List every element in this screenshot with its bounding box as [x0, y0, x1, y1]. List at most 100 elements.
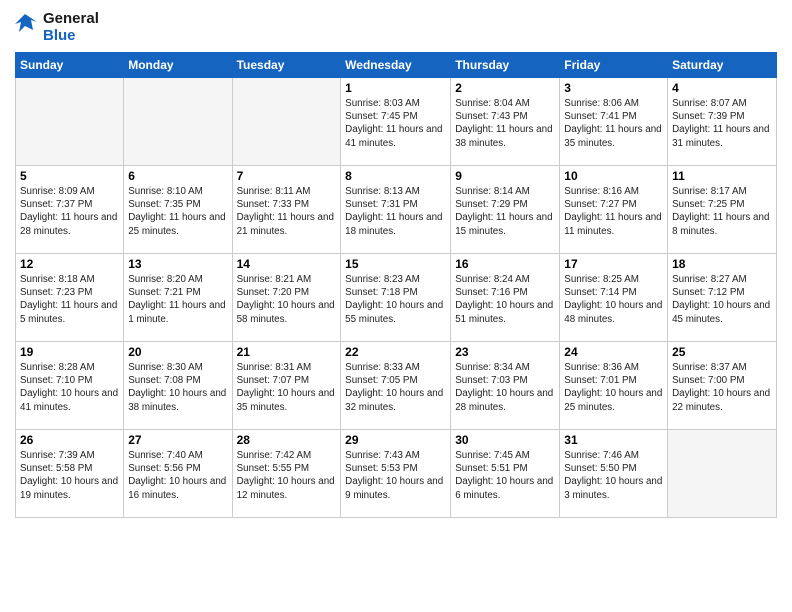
col-header-thursday: Thursday	[451, 53, 560, 78]
day-info: Sunrise: 8:07 AM Sunset: 7:39 PM Dayligh…	[672, 97, 772, 150]
day-number: 15	[345, 257, 446, 271]
calendar-cell: 10 Sunrise: 8:16 AM Sunset: 7:27 PM Dayli…	[560, 166, 668, 254]
day-info: Sunrise: 8:06 AM Sunset: 7:41 PM Dayligh…	[564, 97, 663, 150]
day-info: Sunrise: 8:30 AM Sunset: 7:08 PM Dayligh…	[128, 361, 227, 414]
col-header-friday: Friday	[560, 53, 668, 78]
calendar-cell: 13Sunrise: 8:20 AM Sunset: 7:21 PM Dayli…	[124, 254, 232, 342]
day-number: 7	[237, 169, 337, 183]
day-number: 21	[237, 345, 337, 359]
logo-general: General	[43, 10, 99, 27]
day-number: 9	[455, 169, 555, 183]
week-row-5: 26 Sunrise: 7:39 AM Sunset: 5:58 PM Dayli…	[16, 430, 777, 518]
day-info: Sunrise: 8:36 AM Sunset: 7:01 PM Dayligh…	[564, 361, 663, 414]
calendar-cell: 19 Sunrise: 8:28 AM Sunset: 7:10 PM Dayli…	[16, 342, 124, 430]
day-info: Sunrise: 8:16 AM Sunset: 7:27 PM Dayligh…	[564, 185, 663, 238]
day-info: Sunrise: 8:27 AM Sunset: 7:12 PM Dayligh…	[672, 273, 772, 326]
day-number: 4	[672, 81, 772, 95]
calendar-cell: 30 Sunrise: 7:45 AM Sunset: 5:51 PM Dayli…	[451, 430, 560, 518]
calendar-cell: 7 Sunrise: 8:11 AM Sunset: 7:33 PM Daylig…	[232, 166, 341, 254]
day-info: Sunrise: 8:18 AM Sunset: 7:23 PM Dayligh…	[20, 273, 119, 326]
calendar-cell: 12Sunrise: 8:18 AM Sunset: 7:23 PM Dayli…	[16, 254, 124, 342]
day-number: 11	[672, 169, 772, 183]
day-number: 10	[564, 169, 663, 183]
week-row-2: 5 Sunrise: 8:09 AM Sunset: 7:37 PM Daylig…	[16, 166, 777, 254]
day-number: 31	[564, 433, 663, 447]
day-info: Sunrise: 8:20 AM Sunset: 7:21 PM Dayligh…	[128, 273, 227, 326]
day-number: 30	[455, 433, 555, 447]
day-info: Sunrise: 8:34 AM Sunset: 7:03 PM Dayligh…	[455, 361, 555, 414]
day-number: 5	[20, 169, 119, 183]
day-info: Sunrise: 7:46 AM Sunset: 5:50 PM Dayligh…	[564, 449, 663, 502]
day-info: Sunrise: 8:04 AM Sunset: 7:43 PM Dayligh…	[455, 97, 555, 150]
calendar-cell: 20 Sunrise: 8:30 AM Sunset: 7:08 PM Dayli…	[124, 342, 232, 430]
day-info: Sunrise: 8:21 AM Sunset: 7:20 PM Dayligh…	[237, 273, 337, 326]
day-info: Sunrise: 8:31 AM Sunset: 7:07 PM Dayligh…	[237, 361, 337, 414]
day-info: Sunrise: 8:09 AM Sunset: 7:37 PM Dayligh…	[20, 185, 119, 238]
calendar-cell: 11 Sunrise: 8:17 AM Sunset: 7:25 PM Dayli…	[668, 166, 777, 254]
calendar-header-row: SundayMondayTuesdayWednesdayThursdayFrid…	[16, 53, 777, 78]
day-info: Sunrise: 7:45 AM Sunset: 5:51 PM Dayligh…	[455, 449, 555, 502]
week-row-1: 1Sunrise: 8:03 AM Sunset: 7:45 PM Daylig…	[16, 78, 777, 166]
calendar-cell: 27 Sunrise: 7:40 AM Sunset: 5:56 PM Dayli…	[124, 430, 232, 518]
day-number: 22	[345, 345, 446, 359]
day-number: 19	[20, 345, 119, 359]
calendar-cell: 1Sunrise: 8:03 AM Sunset: 7:45 PM Daylig…	[341, 78, 451, 166]
day-number: 23	[455, 345, 555, 359]
calendar-cell: 9 Sunrise: 8:14 AM Sunset: 7:29 PM Daylig…	[451, 166, 560, 254]
calendar-cell: 15Sunrise: 8:23 AM Sunset: 7:18 PM Dayli…	[341, 254, 451, 342]
day-info: Sunrise: 7:39 AM Sunset: 5:58 PM Dayligh…	[20, 449, 119, 502]
calendar-cell: 5 Sunrise: 8:09 AM Sunset: 7:37 PM Daylig…	[16, 166, 124, 254]
day-number: 25	[672, 345, 772, 359]
calendar-cell: 26 Sunrise: 7:39 AM Sunset: 5:58 PM Dayli…	[16, 430, 124, 518]
day-info: Sunrise: 8:25 AM Sunset: 7:14 PM Dayligh…	[564, 273, 663, 326]
day-number: 29	[345, 433, 446, 447]
day-number: 17	[564, 257, 663, 271]
calendar-cell: 14Sunrise: 8:21 AM Sunset: 7:20 PM Dayli…	[232, 254, 341, 342]
calendar-cell	[668, 430, 777, 518]
day-number: 26	[20, 433, 119, 447]
day-info: Sunrise: 8:10 AM Sunset: 7:35 PM Dayligh…	[128, 185, 227, 238]
col-header-sunday: Sunday	[16, 53, 124, 78]
calendar-cell: 3 Sunrise: 8:06 AM Sunset: 7:41 PM Daylig…	[560, 78, 668, 166]
day-number: 6	[128, 169, 227, 183]
calendar-cell	[232, 78, 341, 166]
calendar-cell: 22 Sunrise: 8:33 AM Sunset: 7:05 PM Dayli…	[341, 342, 451, 430]
day-number: 27	[128, 433, 227, 447]
day-info: Sunrise: 8:28 AM Sunset: 7:10 PM Dayligh…	[20, 361, 119, 414]
calendar-cell: 23 Sunrise: 8:34 AM Sunset: 7:03 PM Dayli…	[451, 342, 560, 430]
calendar-cell: 4 Sunrise: 8:07 AM Sunset: 7:39 PM Daylig…	[668, 78, 777, 166]
day-info: Sunrise: 8:24 AM Sunset: 7:16 PM Dayligh…	[455, 273, 555, 326]
calendar-cell: 25 Sunrise: 8:37 AM Sunset: 7:00 PM Dayli…	[668, 342, 777, 430]
day-info: Sunrise: 8:11 AM Sunset: 7:33 PM Dayligh…	[237, 185, 337, 238]
day-info: Sunrise: 8:33 AM Sunset: 7:05 PM Dayligh…	[345, 361, 446, 414]
day-info: Sunrise: 8:37 AM Sunset: 7:00 PM Dayligh…	[672, 361, 772, 414]
day-info: Sunrise: 8:03 AM Sunset: 7:45 PM Dayligh…	[345, 97, 446, 150]
day-number: 24	[564, 345, 663, 359]
calendar-cell: 16 Sunrise: 8:24 AM Sunset: 7:16 PM Dayli…	[451, 254, 560, 342]
calendar-cell: 17 Sunrise: 8:25 AM Sunset: 7:14 PM Dayli…	[560, 254, 668, 342]
calendar-cell: 18Sunrise: 8:27 AM Sunset: 7:12 PM Dayli…	[668, 254, 777, 342]
col-header-tuesday: Tuesday	[232, 53, 341, 78]
day-number: 2	[455, 81, 555, 95]
day-number: 3	[564, 81, 663, 95]
calendar-cell: 24 Sunrise: 8:36 AM Sunset: 7:01 PM Dayli…	[560, 342, 668, 430]
day-info: Sunrise: 7:43 AM Sunset: 5:53 PM Dayligh…	[345, 449, 446, 502]
col-header-wednesday: Wednesday	[341, 53, 451, 78]
day-info: Sunrise: 8:17 AM Sunset: 7:25 PM Dayligh…	[672, 185, 772, 238]
day-number: 8	[345, 169, 446, 183]
day-info: Sunrise: 8:14 AM Sunset: 7:29 PM Dayligh…	[455, 185, 555, 238]
col-header-monday: Monday	[124, 53, 232, 78]
day-info: Sunrise: 7:40 AM Sunset: 5:56 PM Dayligh…	[128, 449, 227, 502]
calendar-table: SundayMondayTuesdayWednesdayThursdayFrid…	[15, 52, 777, 518]
day-number: 20	[128, 345, 227, 359]
page-header: General Blue	[15, 10, 777, 44]
calendar-cell: 31 Sunrise: 7:46 AM Sunset: 5:50 PM Dayli…	[560, 430, 668, 518]
week-row-3: 12Sunrise: 8:18 AM Sunset: 7:23 PM Dayli…	[16, 254, 777, 342]
calendar-cell: 6 Sunrise: 8:10 AM Sunset: 7:35 PM Daylig…	[124, 166, 232, 254]
col-header-saturday: Saturday	[668, 53, 777, 78]
calendar-cell: 28Sunrise: 7:42 AM Sunset: 5:55 PM Dayli…	[232, 430, 341, 518]
day-number: 16	[455, 257, 555, 271]
day-number: 28	[237, 433, 337, 447]
calendar-cell: 2 Sunrise: 8:04 AM Sunset: 7:43 PM Daylig…	[451, 78, 560, 166]
calendar-cell	[16, 78, 124, 166]
